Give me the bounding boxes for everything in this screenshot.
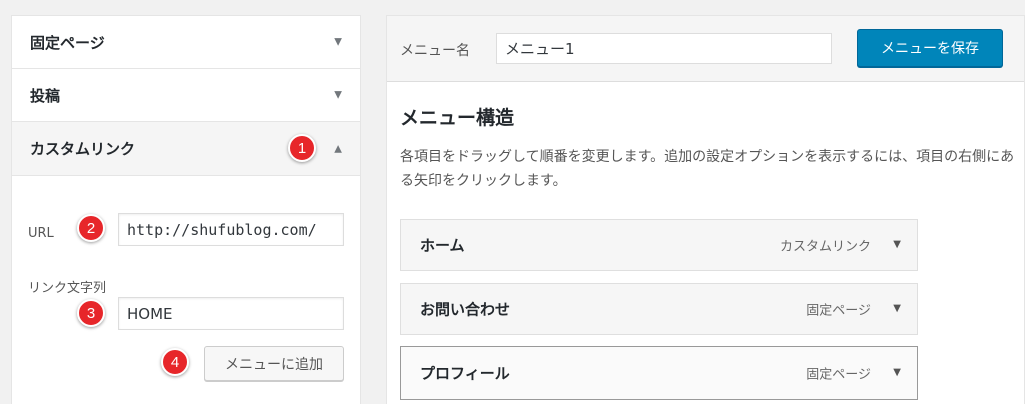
menu-structure-description: 各項目をドラッグして順番を変更します。追加の設定オプションを表示するには、項目の…	[400, 149, 1015, 189]
menu-item-contact[interactable]: お問い合わせ 固定ページ ▼	[400, 283, 918, 335]
annotation-badge-3: 3	[77, 299, 105, 327]
menu-name-input[interactable]: メニュー1	[496, 33, 832, 64]
annotation-badge-2: 2	[77, 214, 105, 242]
menu-item-title: プロフィール	[420, 364, 510, 383]
annotation-badge-1: 1	[288, 134, 316, 162]
accordion-pages[interactable]: 固定ページ ▼	[12, 16, 360, 69]
url-input[interactable]: http://shufublog.com/	[118, 213, 344, 246]
menu-item-type: カスタムリンク	[779, 239, 871, 255]
triangle-down-icon[interactable]: ▼	[893, 303, 901, 314]
menu-item-type: 固定ページ	[806, 303, 871, 319]
accordion-posts[interactable]: 投稿 ▼	[12, 69, 360, 122]
add-menu-items-panel: 固定ページ ▼ 投稿 ▼ カスタムリンク ▲ URL http://shufub…	[11, 15, 361, 404]
accordion-pages-label: 固定ページ	[30, 33, 105, 52]
menu-name-label: メニュー名	[400, 43, 470, 59]
triangle-down-icon[interactable]: ▼	[334, 37, 342, 48]
menu-item-title: ホーム	[420, 236, 465, 255]
add-to-menu-button[interactable]: メニューに追加	[204, 346, 344, 381]
triangle-down-icon[interactable]: ▼	[334, 90, 342, 101]
menu-header: メニュー名 メニュー1 メニューを保存	[387, 16, 1024, 82]
menu-edit-panel: メニュー名 メニュー1 メニューを保存 メニュー構造 各項目をドラッグして順番を…	[386, 15, 1025, 404]
link-text-label: リンク文字列	[28, 281, 107, 296]
triangle-up-icon[interactable]: ▲	[334, 143, 342, 154]
menu-structure-title: メニュー構造	[400, 107, 515, 129]
link-text-input[interactable]: HOME	[118, 297, 344, 330]
accordion-posts-label: 投稿	[30, 86, 61, 105]
annotation-badge-4: 4	[161, 348, 189, 376]
save-menu-button[interactable]: メニューを保存	[857, 29, 1003, 67]
menu-item-home[interactable]: ホーム カスタムリンク ▼	[400, 219, 918, 271]
menu-item-type: 固定ページ	[806, 367, 871, 383]
triangle-down-icon[interactable]: ▼	[893, 367, 901, 378]
triangle-down-icon[interactable]: ▼	[893, 239, 901, 250]
accordion-custom-links-label: カスタムリンク	[30, 140, 136, 158]
url-label: URL	[28, 226, 54, 241]
menu-item-profile[interactable]: プロフィール 固定ページ ▼	[400, 346, 918, 400]
menu-item-title: お問い合わせ	[420, 300, 511, 319]
